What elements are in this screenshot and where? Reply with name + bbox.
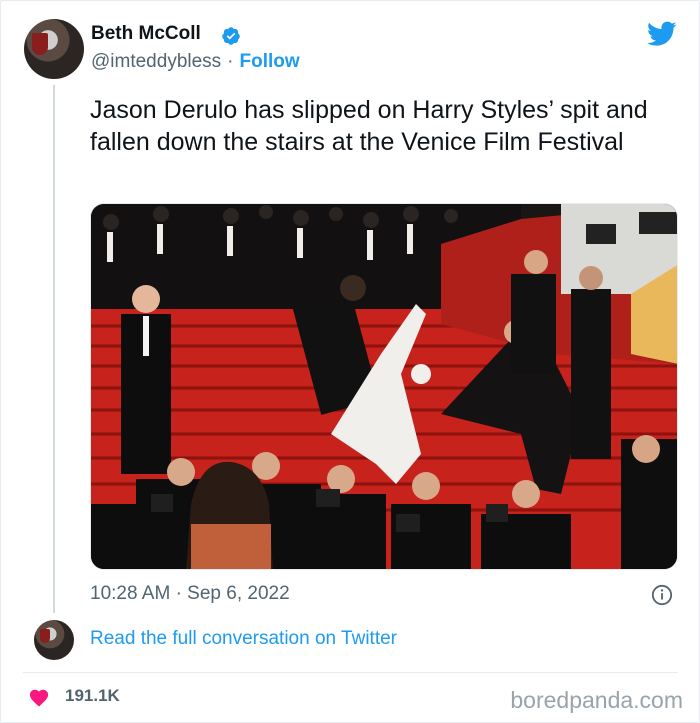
author-handle[interactable]: @imteddybless [91,51,221,72]
tweet-text: Jason Derulo has slipped on Harry Styles… [90,96,648,156]
divider [23,672,678,673]
author-handle-row: @imteddybless · Follow [91,51,300,73]
heart-icon[interactable] [28,687,50,707]
tweet-photo[interactable] [90,203,678,570]
conversation-avatar [34,620,74,660]
like-count: 191.1K [65,686,120,705]
author-avatar[interactable] [24,19,84,79]
tweet-timestamp[interactable]: 10:28 AM · Sep 6, 2022 [90,583,290,605]
info-icon[interactable] [651,584,673,606]
read-conversation-link[interactable]: Read the full conversation on Twitter [90,628,397,650]
verified-badge-icon [222,27,240,45]
boredpanda-watermark: boredpanda.com [510,687,683,713]
follow-button[interactable]: Follow [240,51,300,72]
author-name[interactable]: Beth McColl [91,23,201,45]
tweet-time: 10:28 AM [90,583,171,604]
tweet-card: Beth McColl @imteddybless · Follow Jason D… [0,0,700,723]
red-carpet-photo [91,204,677,569]
timestamp-separator: · [175,583,182,604]
thread-line [53,85,55,613]
avatar-wine-glass [32,33,48,55]
avatar-wine-glass [40,629,50,643]
twitter-bird-icon[interactable] [647,21,677,47]
tweet-date: Sep 6, 2022 [187,583,290,604]
separator-dot: · [227,51,234,72]
